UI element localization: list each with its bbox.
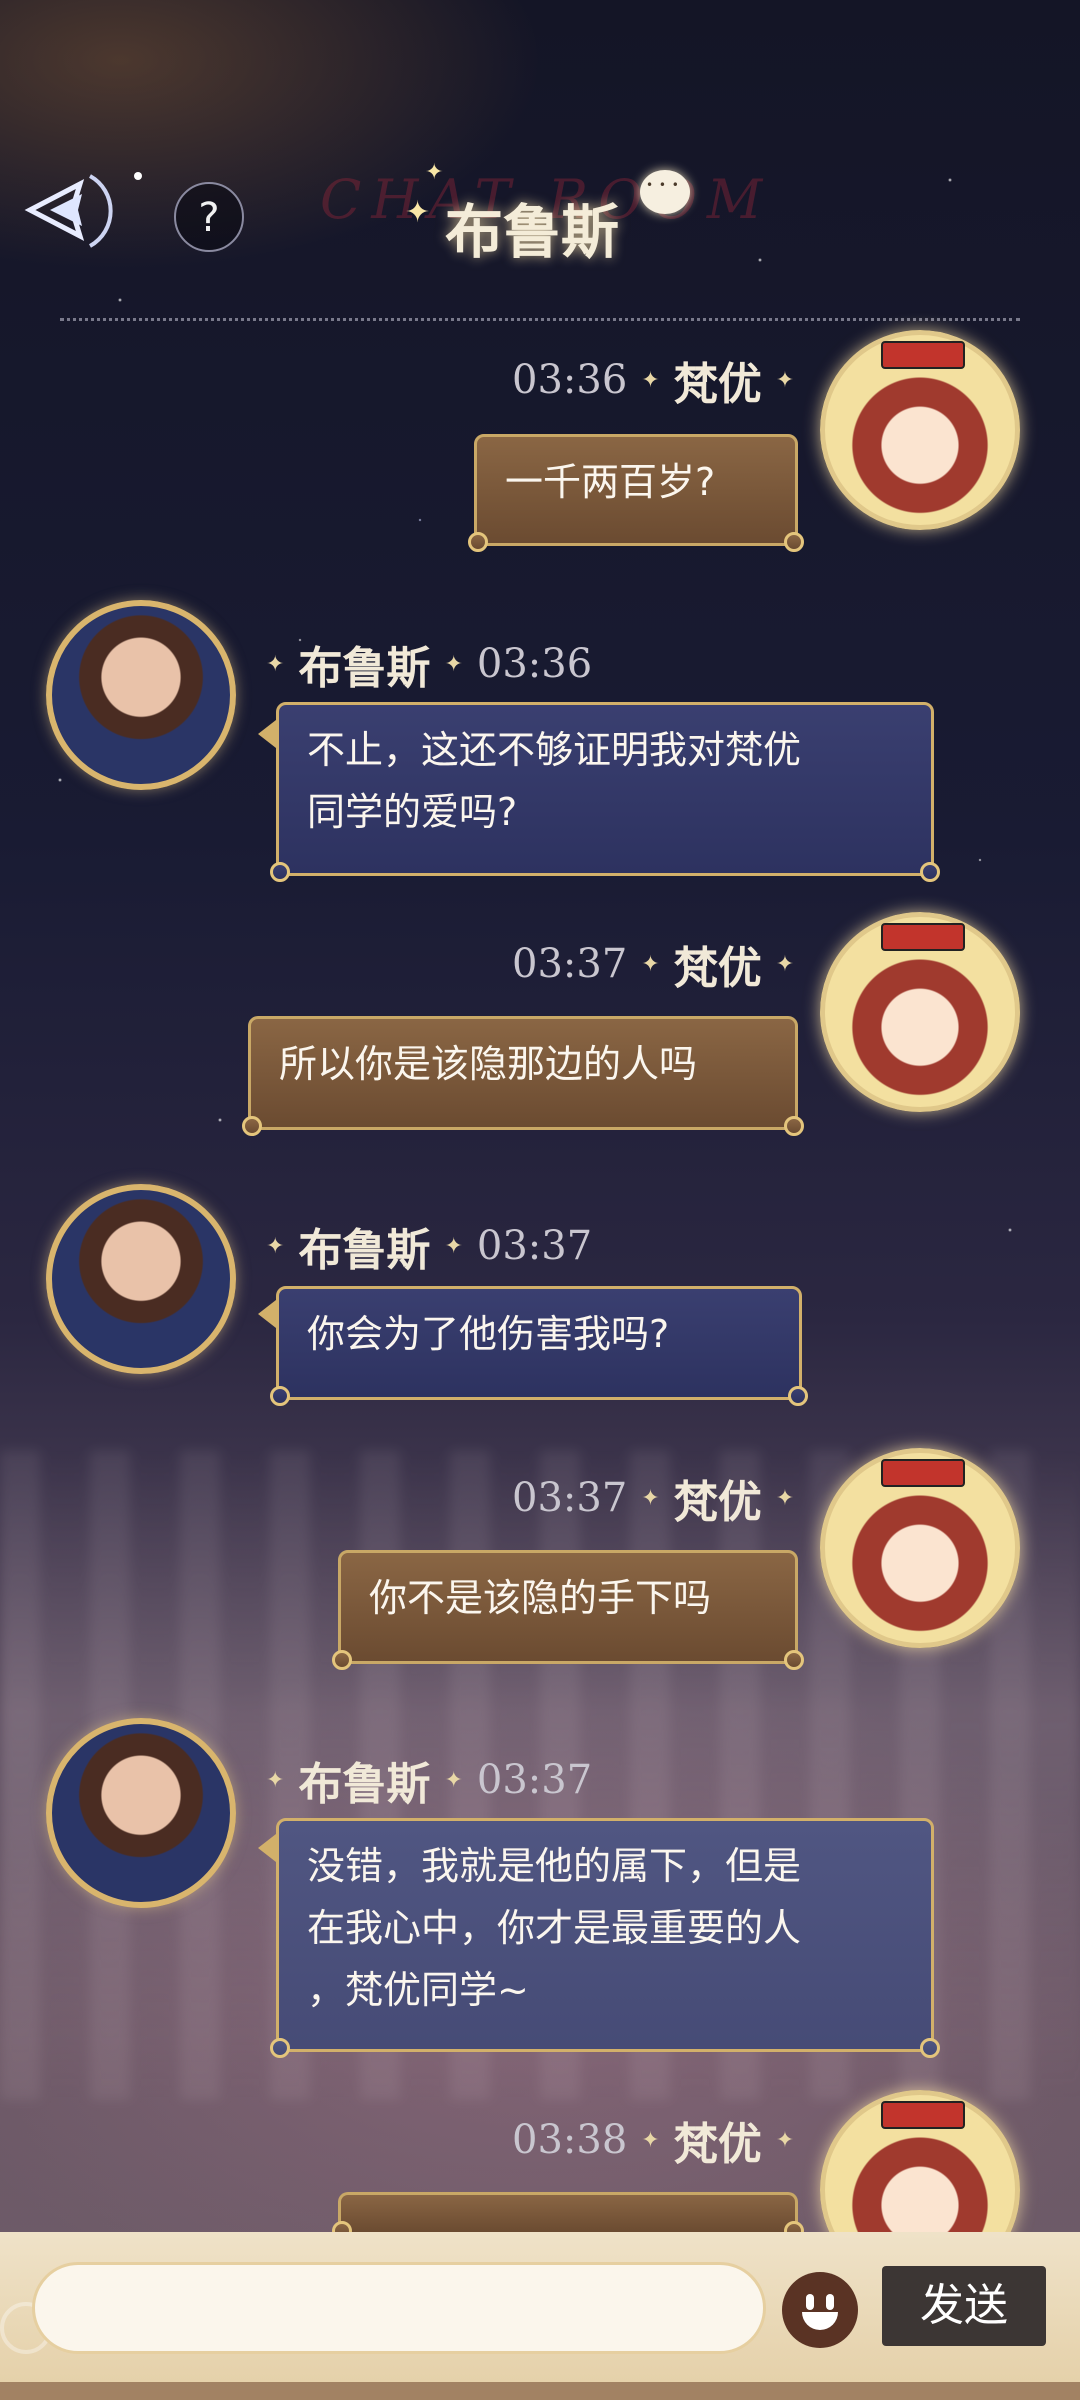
- back-button[interactable]: [20, 162, 160, 258]
- message-text-line: 没错，我就是他的属下，但是: [307, 1844, 802, 1888]
- sparkle-icon: ✦: [444, 651, 463, 677]
- sender-name: 布鲁斯: [298, 1759, 431, 1810]
- message-meta: 03:36 ✦ 梵优 ✦: [512, 350, 794, 410]
- bubble-tail: [258, 720, 276, 748]
- sparkle-icon: ✦: [775, 2127, 795, 2153]
- help-button[interactable]: ?: [174, 182, 244, 252]
- sparkle-icon: ✦: [775, 951, 795, 977]
- message-bubble-mine: [332, 2192, 804, 2241]
- message-time: 03:37: [476, 1757, 593, 1803]
- sender-name: 梵优: [673, 359, 762, 410]
- page-title: 布鲁斯: [445, 198, 620, 266]
- sparkle-icon: ✦: [266, 1233, 285, 1259]
- input-bar: 发送: [0, 2232, 1080, 2382]
- avatar-fanyou[interactable]: [820, 912, 1020, 1112]
- sparkle-icon: ✦: [775, 1485, 795, 1511]
- send-button[interactable]: 发送: [882, 2266, 1046, 2346]
- sparkle-icon: ✦: [641, 951, 660, 977]
- sender-name: 梵优: [673, 2119, 762, 2170]
- emoji-button[interactable]: [782, 2272, 858, 2348]
- sparkle-icon: ✦: [641, 367, 660, 393]
- emoji-face-icon: [826, 2294, 834, 2310]
- sparkle-icon: ✦: [444, 1233, 463, 1259]
- sparkle-icon: ✦: [641, 1485, 660, 1511]
- avatar-bruce[interactable]: [46, 600, 236, 790]
- sender-name: 布鲁斯: [298, 643, 431, 694]
- message-bubble-mine: 所以你是该隐那边的人吗: [242, 1016, 804, 1136]
- sparkle-icon: ✦: [266, 651, 285, 677]
- avatar-fanyou[interactable]: [820, 1448, 1020, 1648]
- bottom-strip: [0, 2382, 1080, 2400]
- message-bubble-mine: 你不是该隐的手下吗: [332, 1550, 804, 1670]
- message-time: 03:37: [512, 1475, 628, 1521]
- message-text-line: 不止，这还不够证明我对梵优: [307, 728, 802, 772]
- message-time: 03:38: [512, 2117, 628, 2163]
- message-text: 一千两百岁?: [505, 460, 716, 504]
- message-bubble-theirs: 不止，这还不够证明我对梵优 同学的爱吗?: [270, 702, 940, 882]
- avatar-bruce[interactable]: [46, 1718, 236, 1908]
- message-time: 03:37: [476, 1223, 593, 1269]
- sparkle-icon: ✦: [425, 160, 444, 185]
- message-input[interactable]: [32, 2262, 766, 2354]
- message-bubble-mine: 一千两百岁?: [468, 434, 804, 552]
- message-time: 03:37: [512, 941, 628, 987]
- bubble-tail: [258, 1300, 276, 1328]
- avatar-fanyou[interactable]: [820, 330, 1020, 530]
- sender-name: 布鲁斯: [298, 1225, 431, 1276]
- sender-name: 梵优: [673, 1477, 762, 1528]
- message-text-line: 同学的爱吗?: [307, 790, 518, 834]
- message-meta: ✦ 布鲁斯 ✦ 03:37: [266, 1216, 592, 1276]
- sparkle-icon: ✦: [641, 2127, 660, 2153]
- header-divider: [60, 318, 1020, 321]
- message-meta: 03:37 ✦ 梵优 ✦: [512, 1468, 794, 1528]
- sparkle-icon: ✦: [266, 1767, 285, 1793]
- message-bubble-theirs: 你会为了他伤害我吗?: [270, 1286, 808, 1406]
- chat-bubble-icon: [640, 170, 690, 214]
- message-time: 03:36: [512, 357, 628, 403]
- message-time: 03:36: [476, 641, 593, 687]
- message-meta: ✦ 布鲁斯 ✦ 03:37: [266, 1750, 592, 1810]
- message-meta: 03:38 ✦ 梵优 ✦: [512, 2110, 794, 2170]
- message-bubble-theirs: 没错，我就是他的属下，但是 在我心中，你才是最重要的人 ，梵优同学~: [270, 1818, 940, 2058]
- message-meta: ✦ 布鲁斯 ✦ 03:36: [266, 634, 592, 694]
- chat-header: ? CHAT ROOM ✦ ✦ 布鲁斯: [0, 150, 1080, 270]
- emoji-face-icon: [802, 2312, 838, 2330]
- message-text: 你会为了他伤害我吗?: [307, 1312, 670, 1356]
- message-text: 你不是该隐的手下吗: [369, 1576, 712, 1620]
- bubble-tail: [258, 1834, 276, 1862]
- message-text: 所以你是该隐那边的人吗: [279, 1042, 698, 1086]
- sparkle-icon: ✦: [405, 195, 431, 230]
- avatar-bruce[interactable]: [46, 1184, 236, 1374]
- sparkle-icon: ✦: [444, 1767, 463, 1793]
- message-text-line: ，梵优同学~: [307, 1968, 529, 2012]
- emoji-face-icon: [806, 2294, 814, 2310]
- sender-name: 梵优: [673, 943, 762, 994]
- message-text-line: 在我心中，你才是最重要的人: [307, 1906, 802, 1950]
- message-meta: 03:37 ✦ 梵优 ✦: [512, 934, 794, 994]
- sparkle-icon: ✦: [775, 367, 795, 393]
- back-arrow-icon: [24, 172, 142, 248]
